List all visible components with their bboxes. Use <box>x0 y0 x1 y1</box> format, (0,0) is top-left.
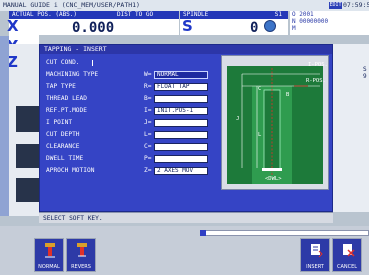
field-label-cut-cond: CUT COND. <box>46 59 80 66</box>
field-code-j: J= <box>144 119 152 126</box>
axis-column-lower: Z <box>7 44 40 216</box>
diagram-label-i-pos: I-POS. <box>308 62 328 68</box>
field-label-dwell-time: DWELL TIME <box>46 155 84 162</box>
thread-lead-field[interactable] <box>154 95 208 103</box>
i-point-field[interactable] <box>154 119 208 127</box>
actual-pos-panel: ACTUAL POS. (ABS.) X 0.000 <box>7 11 115 36</box>
dwell-time-field[interactable] <box>154 155 208 163</box>
spindle-header: SPINDLE S1 <box>180 11 288 19</box>
dist-to-go-panel: DIST TO GO <box>114 11 179 35</box>
field-label-i-point: I POINT <box>46 119 73 126</box>
cursor-icon <box>92 60 93 66</box>
machining-type-field[interactable]: NORMAL <box>154 71 208 79</box>
cut-depth-field[interactable] <box>154 131 208 139</box>
spindle-panel: SPINDLE S1 S 0 <box>180 11 288 36</box>
program-m-line: M <box>292 25 296 32</box>
axis-x-label: X <box>7 17 19 35</box>
scroll-thumb[interactable] <box>200 230 206 236</box>
field-code-p: P= <box>144 155 152 162</box>
insert-icon <box>309 242 323 258</box>
field-label-clearance: CLEARANCE <box>46 143 80 150</box>
spindle-s-label: S <box>182 17 193 35</box>
softkey-cancel[interactable]: CANCEL <box>332 238 362 272</box>
softkey-cancel-label: CANCEL <box>336 264 358 270</box>
clock: 07:59:5 <box>343 1 369 9</box>
left-margin <box>0 36 9 216</box>
hole-bottom <box>262 168 282 171</box>
tapping-insert-dialog: TAPPING - INSERT CUT COND. MACHINING TYP… <box>39 44 333 212</box>
spindle-number: S1 <box>274 11 282 18</box>
softkey-insert-label: INSERT <box>306 264 324 270</box>
program-n-line: N 00000000 <box>292 18 329 25</box>
tap-normal-icon <box>43 242 57 258</box>
dist-to-go-label: DIST TO GO <box>114 11 179 19</box>
softkey-insert[interactable]: INSERT <box>300 238 330 272</box>
tap-hole <box>263 89 281 171</box>
field-list: CUT COND. MACHINING TYPE W= NORMAL TAP T… <box>46 59 216 199</box>
tapping-diagram: I-POS. R-POS. J C L B <DWL> <box>221 55 329 190</box>
ref-pt-mode-field[interactable]: INIT.POS-1 <box>154 107 208 115</box>
field-code-c: C= <box>144 143 152 150</box>
field-code-l: L= <box>144 131 152 138</box>
softkey-revers-label: REVERS <box>71 264 91 270</box>
softkey-revers[interactable]: REVERS <box>66 238 96 272</box>
clearance-field[interactable] <box>154 143 208 151</box>
app-title: MANUAL GUIDE i (CNC_MEM/USER/PATH1) <box>3 1 140 9</box>
diagram-label-c: C <box>258 86 261 92</box>
field-label-ref-pt-mode: REF.PT.MODE <box>46 107 87 114</box>
field-code-w: W= <box>144 71 152 78</box>
side-indicator-2 <box>16 144 40 168</box>
mode-badge: EDIT <box>329 2 342 9</box>
field-label-machining-type: MACHINING TYPE <box>46 71 99 78</box>
softkey-bar: NORMAL REVERS INSERT CANCEL <box>0 226 369 275</box>
field-code-i: I= <box>144 107 152 114</box>
field-code-b: B= <box>144 95 152 102</box>
diagram-label-r-pos: R-POS. <box>306 78 326 84</box>
field-code-z: Z= <box>144 167 152 174</box>
diagram-label-dwl: <DWL> <box>265 176 282 182</box>
x-position-value: 0.000 <box>72 20 115 36</box>
tapping-diagram-svg: I-POS. R-POS. J C L B <DWL> <box>227 62 328 184</box>
side-indicator-3 <box>16 178 40 202</box>
diagram-label-j: J <box>236 116 239 122</box>
right-info-strip: S9 <box>333 44 369 212</box>
tap-reverse-icon <box>75 242 89 258</box>
softkey-normal-label: NORMAL <box>38 264 60 270</box>
field-label-aproch-motion: APROCH MOTION <box>46 167 95 174</box>
dialog-title: TAPPING - INSERT <box>40 45 332 54</box>
program-o-line: O 2001 <box>292 11 314 18</box>
spindle-dial-icon <box>264 20 276 32</box>
softkey-scroll-indicator <box>200 230 369 236</box>
program-panel: O 2001 N 00000000 M <box>290 11 369 35</box>
field-label-cut-depth: CUT DEPTH <box>46 131 80 138</box>
message-bar: SELECT SOFT KEY. <box>39 212 333 223</box>
tap-type-field[interactable]: FLOAT TAP <box>154 83 208 91</box>
field-label-thread-lead: THREAD LEAD <box>46 95 87 102</box>
field-label-tap-type: TAP TYPE <box>46 83 76 90</box>
field-code-r: R= <box>144 83 152 90</box>
title-bar: MANUAL GUIDE i (CNC_MEM/USER/PATH1) EDIT… <box>0 0 369 11</box>
softkey-normal[interactable]: NORMAL <box>34 238 64 272</box>
actual-pos-label: ACTUAL POS. (ABS.) <box>9 11 114 19</box>
right-strip-text: S9 <box>363 66 367 80</box>
aproch-motion-field[interactable]: 2 AXES MOV <box>154 167 208 175</box>
side-indicator <box>16 106 40 132</box>
cancel-icon <box>341 242 355 258</box>
spindle-speed-value: 0 <box>250 20 259 36</box>
